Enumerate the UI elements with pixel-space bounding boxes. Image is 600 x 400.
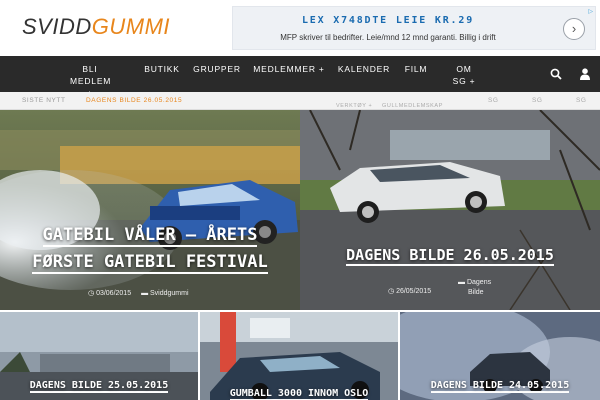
nav-label: BUTIKK bbox=[144, 64, 180, 74]
user-icon[interactable] bbox=[580, 67, 590, 85]
clock-icon: ◷ bbox=[388, 288, 395, 295]
site-header: SVIDDGUMMI ▷ LEX X748DTE LEIE KR.29 MFP … bbox=[0, 0, 600, 56]
subnav-sg[interactable]: SG bbox=[532, 97, 543, 104]
article-meta: ◷ 26/05/2015 bbox=[388, 287, 431, 297]
logo-text-svidd: SVIDD bbox=[22, 14, 92, 39]
nav-label: GRUPPER bbox=[193, 64, 241, 74]
article-title[interactable]: DAGENS BILDE 25.05.2015 bbox=[0, 379, 198, 393]
ad-banner[interactable]: ▷ LEX X748DTE LEIE KR.29 MFP skriver til… bbox=[232, 6, 596, 50]
article-title-line: FØRSTE GATEBIL FESTIVAL bbox=[32, 252, 268, 274]
article-date: 26/05/2015 bbox=[396, 288, 432, 295]
ad-title[interactable]: LEX X748DTE LEIE KR.29 bbox=[233, 15, 543, 26]
search-icon[interactable] bbox=[550, 67, 562, 85]
article-title[interactable]: DAGENS BILDE 24.05.2015 bbox=[400, 379, 600, 393]
nav-item-butikk[interactable]: BUTIKK bbox=[140, 63, 184, 75]
article-category[interactable]: Sviddgummi bbox=[150, 290, 189, 297]
article-tile-gumball[interactable]: GUMBALL 3000 INNOM OSLO bbox=[200, 312, 398, 400]
article-title-line: DAGENS BILDE 26.05.2015 bbox=[346, 246, 554, 266]
article-image bbox=[300, 110, 600, 310]
folder-icon: ▬ bbox=[458, 279, 465, 286]
nav-item-om-sg[interactable]: OM SG + bbox=[448, 63, 480, 87]
subnav-verktoy[interactable]: VERKTØY + bbox=[336, 103, 372, 109]
clock-icon: ◷ bbox=[88, 290, 95, 297]
ticker-label: SISTE NYTT bbox=[22, 97, 66, 104]
subnav-sg[interactable]: SG bbox=[576, 97, 587, 104]
site-logo[interactable]: SVIDDGUMMI bbox=[22, 14, 170, 40]
article-tile-dagens-bilde-2405[interactable]: DAGENS BILDE 24.05.2015 bbox=[400, 312, 600, 400]
nav-label: FILM bbox=[404, 64, 428, 74]
logo-text-gummi: GUMMI bbox=[91, 14, 171, 39]
nav-item-film[interactable]: FILM bbox=[400, 63, 432, 75]
ad-choices-icon[interactable]: ▷ bbox=[588, 8, 593, 15]
nav-item-medlemmer[interactable]: MEDLEMMER + bbox=[252, 63, 326, 75]
main-nav: BLI MEDLEM + BUTIKK GRUPPER MEDLEMMER + … bbox=[0, 56, 600, 98]
article-category: Bilde bbox=[468, 289, 484, 296]
ad-text: MFP skriver til bedrifter. Leie/mnd 12 m… bbox=[280, 33, 496, 42]
article-image bbox=[0, 110, 300, 310]
article-title-line: GUMBALL 3000 INNOM OSLO bbox=[229, 388, 369, 400]
nav-item-grupper[interactable]: GRUPPER bbox=[192, 63, 242, 75]
article-title[interactable]: GATEBIL VÅLER – ÅRETS FØRSTE GATEBIL FES… bbox=[0, 222, 300, 276]
nav-item-kalender[interactable]: KALENDER bbox=[336, 63, 392, 75]
article-tile-dagens-bilde-2505[interactable]: DAGENS BILDE 25.05.2015 bbox=[0, 312, 198, 400]
article-title-line: DAGENS BILDE 24.05.2015 bbox=[430, 380, 570, 393]
subnav-gullmedlemskap[interactable]: GULLMEDLEMSKAP bbox=[382, 103, 443, 109]
article-category-block[interactable]: ▬ Dagens Bilde bbox=[458, 278, 491, 298]
article-meta: ◷ 03/06/2015 ▬ Sviddgummi bbox=[88, 289, 189, 297]
ticker-latest-link[interactable]: DAGENS BILDE 26.05.2015 bbox=[86, 97, 182, 104]
nav-label: KALENDER bbox=[337, 64, 391, 74]
article-category: Dagens bbox=[466, 279, 492, 286]
article-title[interactable]: DAGENS BILDE 26.05.2015 bbox=[300, 245, 600, 266]
nav-label: OM bbox=[456, 64, 472, 74]
nav-label: BLI bbox=[82, 64, 98, 74]
nav-label: MEDLEMMER + bbox=[253, 64, 325, 74]
article-tile-gatebil[interactable]: GATEBIL VÅLER – ÅRETS FØRSTE GATEBIL FES… bbox=[0, 110, 300, 310]
folder-icon: ▬ bbox=[141, 290, 149, 297]
news-ticker-bar: SISTE NYTT DAGENS BILDE 26.05.2015 VERKT… bbox=[0, 92, 600, 110]
ad-open-button[interactable]: › bbox=[563, 18, 585, 40]
subnav-sg[interactable]: SG bbox=[488, 97, 499, 104]
article-title-line: DAGENS BILDE 25.05.2015 bbox=[29, 380, 169, 393]
article-date: 03/06/2015 bbox=[96, 290, 132, 297]
article-title[interactable]: GUMBALL 3000 INNOM OSLO bbox=[200, 387, 398, 400]
article-tile-dagens-bilde-2605[interactable]: DAGENS BILDE 26.05.2015 ◷ 26/05/2015 ▬ D… bbox=[300, 110, 600, 310]
nav-label: SG + bbox=[452, 76, 476, 86]
article-title-line: GATEBIL VÅLER – ÅRETS bbox=[42, 225, 258, 247]
